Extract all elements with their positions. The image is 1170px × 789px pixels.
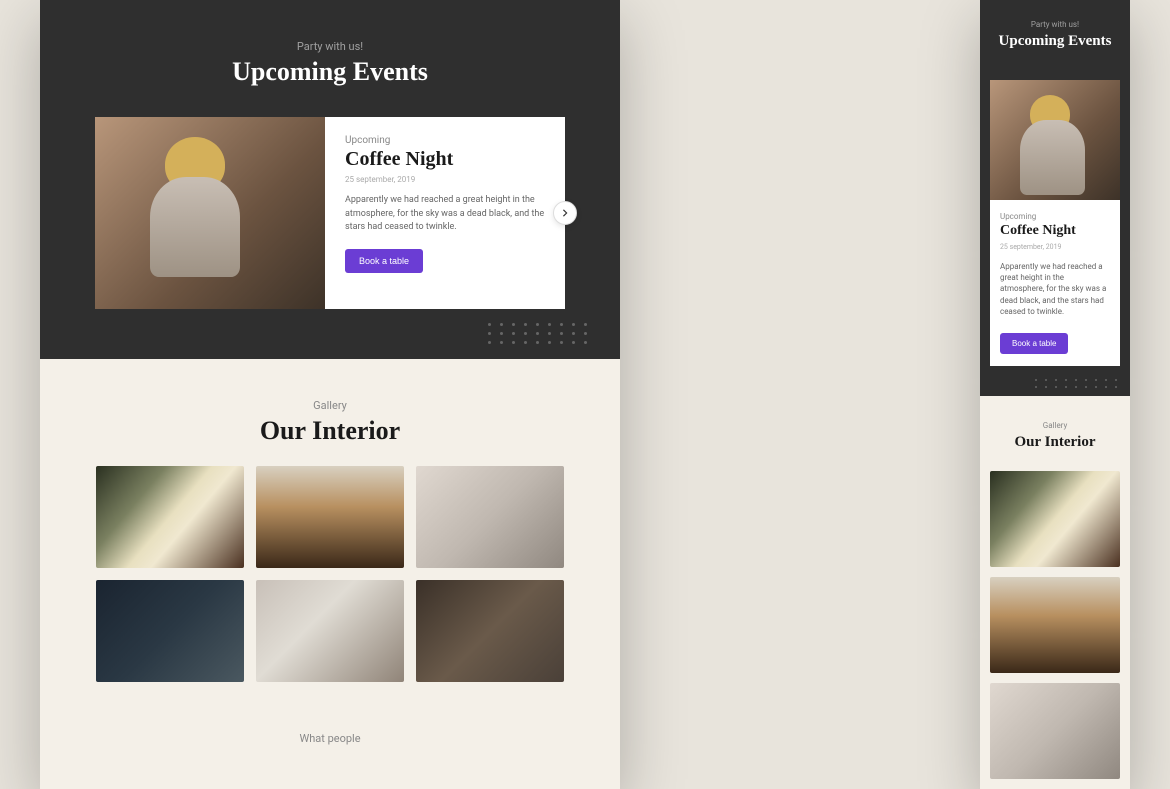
gallery-tile[interactable] xyxy=(256,466,404,568)
event-image xyxy=(990,80,1120,200)
decorative-dots xyxy=(1035,379,1120,388)
events-section-mobile: Party with us! Upcoming Events Upcoming … xyxy=(980,0,1130,396)
event-card-mobile: Upcoming Coffee Night 25 september, 2019… xyxy=(990,80,1120,366)
desktop-preview: Party with us! Upcoming Events Upcoming … xyxy=(40,0,620,789)
events-title: Upcoming Events xyxy=(40,57,620,87)
event-date: 25 september, 2019 xyxy=(345,175,545,184)
event-description: Apparently we had reached a great height… xyxy=(345,194,545,235)
events-title: Upcoming Events xyxy=(980,33,1130,50)
chevron-right-icon xyxy=(561,209,569,217)
gallery-tile[interactable] xyxy=(990,471,1120,567)
gallery-tile[interactable] xyxy=(416,580,564,682)
gallery-grid-mobile xyxy=(980,471,1130,779)
gallery-overline: Gallery xyxy=(40,399,620,412)
gallery-tile[interactable] xyxy=(256,580,404,682)
event-title: Coffee Night xyxy=(345,148,545,171)
next-event-button[interactable] xyxy=(553,201,577,225)
mobile-preview: Party with us! Upcoming Events Upcoming … xyxy=(980,0,1130,789)
gallery-section-mobile: Gallery Our Interior xyxy=(980,396,1130,789)
gallery-section: Gallery Our Interior xyxy=(40,359,620,712)
event-image xyxy=(95,117,325,309)
gallery-grid xyxy=(40,466,620,682)
gallery-tile[interactable] xyxy=(96,580,244,682)
book-table-button[interactable]: Book a table xyxy=(345,249,423,273)
gallery-tile[interactable] xyxy=(990,683,1120,779)
event-card: Upcoming Coffee Night 25 september, 2019… xyxy=(95,117,565,309)
book-table-button[interactable]: Book a table xyxy=(1000,333,1068,354)
gallery-title: Our Interior xyxy=(40,416,620,446)
event-title: Coffee Night xyxy=(1000,223,1110,239)
gallery-tile[interactable] xyxy=(96,466,244,568)
event-date: 25 september, 2019 xyxy=(1000,243,1110,251)
event-description: Apparently we had reached a great height… xyxy=(1000,261,1110,317)
events-overline: Party with us! xyxy=(40,40,620,53)
footer-section: What people xyxy=(40,712,620,755)
events-section: Party with us! Upcoming Events Upcoming … xyxy=(40,0,620,359)
events-overline: Party with us! xyxy=(980,20,1130,29)
event-tag: Upcoming xyxy=(1000,212,1110,221)
decorative-dots xyxy=(488,323,590,344)
gallery-tile[interactable] xyxy=(990,577,1120,673)
gallery-title: Our Interior xyxy=(980,434,1130,451)
gallery-overline: Gallery xyxy=(980,421,1130,430)
footer-overline: What people xyxy=(40,732,620,745)
gallery-tile[interactable] xyxy=(416,466,564,568)
event-tag: Upcoming xyxy=(345,135,545,146)
